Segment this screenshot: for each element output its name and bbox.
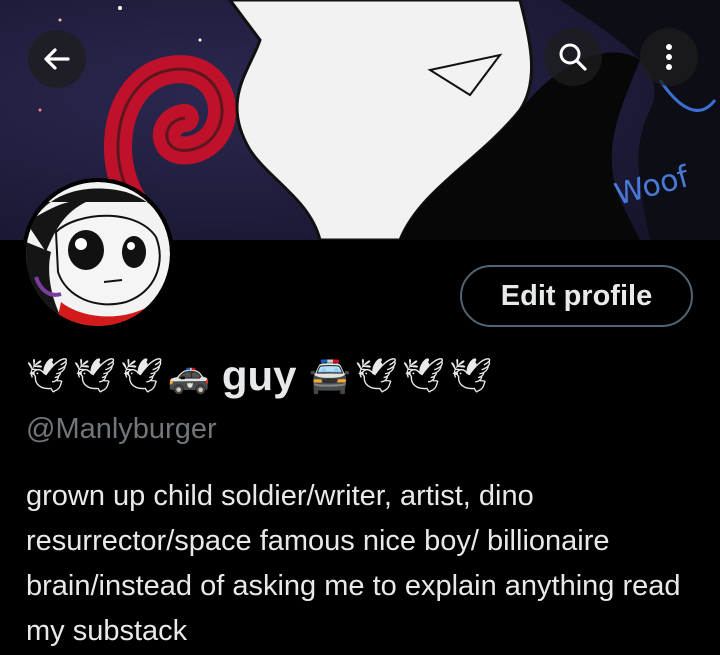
back-button[interactable]	[28, 30, 86, 88]
user-handle: @Manlyburger	[26, 413, 217, 445]
dove-emoji: 🕊	[449, 356, 493, 396]
edit-profile-button[interactable]: Edit profile	[460, 265, 693, 327]
search-icon	[559, 43, 587, 71]
dove-emoji: 🕊	[402, 356, 446, 396]
display-name-row: 🕊 🕊 🕊 🚓 guy 🚔 🕊 🕊 🕊	[26, 348, 492, 404]
search-button[interactable]	[544, 28, 602, 86]
avatar-image	[26, 182, 170, 326]
arrow-left-icon	[44, 48, 70, 70]
more-options-button[interactable]	[640, 28, 698, 86]
profile-bio: grown up child soldier/writer, artist, d…	[26, 480, 681, 647]
oncoming-police-car-emoji: 🚔	[308, 356, 351, 396]
police-car-emoji: 🚓	[167, 356, 210, 396]
dove-emoji: 🕊	[354, 356, 399, 396]
display-name: guy	[221, 352, 297, 399]
more-vertical-icon	[666, 44, 672, 70]
dove-emoji: 🕊	[26, 356, 70, 396]
dove-emoji: 🕊	[120, 356, 164, 396]
dove-emoji: 🕊	[73, 356, 117, 396]
avatar[interactable]	[22, 178, 174, 330]
